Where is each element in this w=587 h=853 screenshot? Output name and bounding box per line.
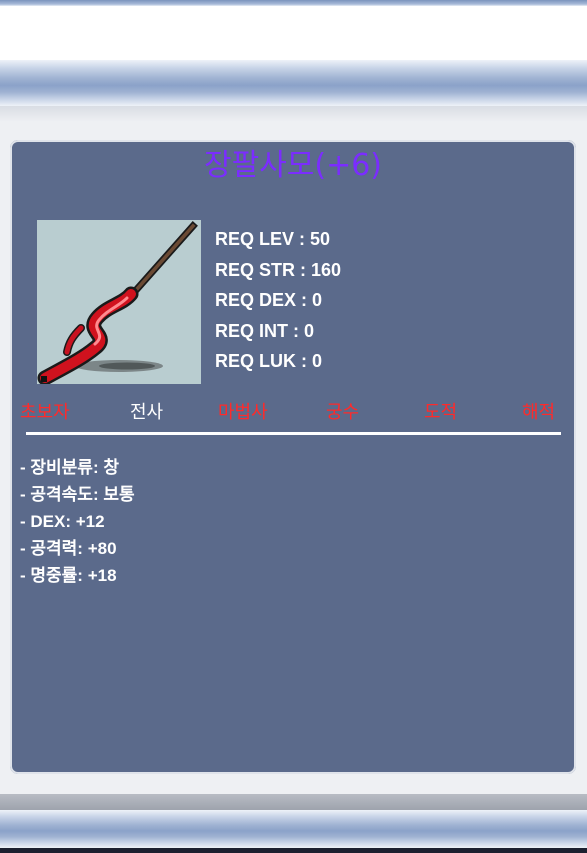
panel-frame-top — [0, 106, 587, 122]
stat-attack: - 공격력: +80 — [20, 539, 117, 558]
req-luk: REQ LUK : 0 — [215, 351, 323, 371]
job-warrior: 전사 — [130, 402, 164, 423]
item-tooltip-panel: 장팔사모(+6) REQ LEV : 50 REQ STR : 160 REQ … — [10, 140, 576, 774]
req-dex: REQ DEX : 0 — [215, 290, 323, 310]
requirements-list: REQ LEV : 50 REQ STR : 160 REQ DEX : 0 R… — [215, 224, 341, 377]
job-pirate: 해적 — [522, 402, 556, 423]
req-str: REQ STR : 160 — [215, 259, 342, 280]
job-class-row: 초보자 전사 마법사 궁수 도적 해적 — [10, 398, 576, 428]
job-thief: 도적 — [424, 402, 458, 423]
job-beginner: 초보자 — [20, 402, 70, 423]
upper-gradient-band — [0, 60, 587, 106]
tooltip-container: 장팔사모(+6) REQ LEV : 50 REQ STR : 160 REQ … — [0, 122, 587, 794]
item-name-title: 장팔사모(+6) — [203, 148, 383, 183]
header-blank-area — [0, 6, 587, 60]
stat-attack-speed: - 공격속도: 보통 — [20, 485, 135, 504]
lower-gradient-band — [0, 810, 587, 848]
bottom-border — [0, 848, 587, 853]
stat-accuracy: - 명중률: +18 — [20, 566, 117, 585]
stat-dex: - DEX: +12 — [20, 512, 105, 531]
req-int: REQ INT : 0 — [215, 320, 315, 341]
red-spear-icon — [37, 220, 201, 386]
item-stats-list: - 장비분류: 창 - 공격속도: 보통 - DEX: +12 - 공격력: +… — [20, 454, 135, 589]
job-magician: 마법사 — [218, 402, 268, 423]
panel-frame-bottom — [0, 794, 587, 810]
stat-equip-type: - 장비분류: 창 — [20, 458, 119, 477]
section-divider — [26, 432, 561, 435]
job-archer: 궁수 — [326, 402, 360, 423]
req-level: REQ LEV : 50 — [215, 229, 331, 249]
